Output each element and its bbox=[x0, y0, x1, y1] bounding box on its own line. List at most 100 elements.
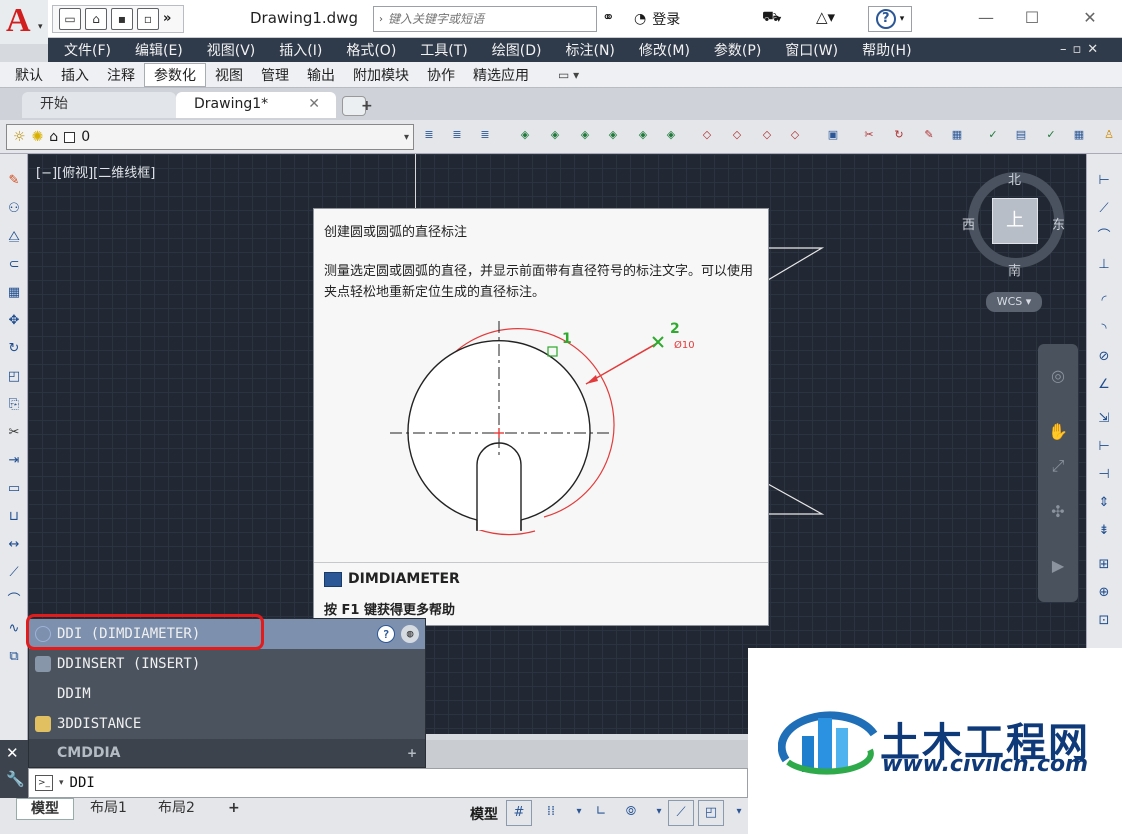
viewcube-north[interactable]: 北 bbox=[1008, 169, 1021, 188]
continue-dimension-icon[interactable]: ⊣ bbox=[1095, 466, 1113, 484]
command-line[interactable]: >_ ▾ bbox=[28, 768, 748, 798]
tool-palettes-icon[interactable]: ✓ bbox=[1040, 124, 1062, 146]
jogged-dimension-icon[interactable]: ◝ bbox=[1095, 320, 1113, 338]
menu-file[interactable]: 文件(F) bbox=[48, 40, 123, 60]
menu-tools[interactable]: 工具(T) bbox=[408, 40, 479, 60]
properties-icon[interactable]: ✓ bbox=[982, 124, 1004, 146]
viewcube-south[interactable]: 南 bbox=[1008, 260, 1021, 279]
isometric-drafting-icon[interactable]: ⟋ bbox=[668, 800, 694, 826]
join-icon[interactable]: ↔ bbox=[5, 536, 23, 554]
search-input[interactable] bbox=[388, 12, 588, 26]
pan-hand-icon[interactable]: ✋ bbox=[1046, 420, 1070, 444]
offset-icon[interactable]: ⊂ bbox=[5, 256, 23, 274]
menu-window[interactable]: 窗口(W) bbox=[773, 40, 850, 60]
layer-merge-icon[interactable]: ◈ bbox=[660, 124, 682, 146]
arc-length-icon[interactable]: ⌒ bbox=[1095, 228, 1113, 246]
new-file-icon[interactable]: ▭ bbox=[59, 8, 81, 30]
viewcube-top-face[interactable]: 上 bbox=[992, 198, 1038, 244]
menu-dimension[interactable]: 标注(N) bbox=[554, 40, 627, 60]
array-icon[interactable]: ▦ bbox=[946, 124, 968, 146]
layer-unisolate-icon[interactable]: ◈ bbox=[544, 124, 566, 146]
menu-modify[interactable]: 修改(M) bbox=[627, 40, 702, 60]
ortho-mode-icon[interactable]: ∟ bbox=[588, 800, 614, 826]
model-space-label[interactable]: 模型 bbox=[470, 804, 498, 824]
aligned-dimension-icon[interactable]: ⟋ bbox=[1095, 200, 1113, 218]
tab-default[interactable]: 默认 bbox=[6, 64, 52, 86]
scale-icon[interactable]: ◰ bbox=[5, 368, 23, 386]
quick-dimension-icon[interactable]: ⇲ bbox=[1095, 410, 1113, 428]
snap-mode-icon[interactable]: ⁞⁞ bbox=[538, 800, 564, 826]
design-center-icon[interactable]: ▤ bbox=[1010, 124, 1032, 146]
copy-icon[interactable]: ⚇ bbox=[5, 200, 23, 218]
drawing-window-controls[interactable]: –▫✕ bbox=[1060, 42, 1104, 57]
stretch-icon[interactable]: ⎘ bbox=[5, 396, 23, 414]
new-tab-button[interactable]: + bbox=[342, 96, 373, 116]
help-icon[interactable]: ? bbox=[377, 625, 395, 643]
autocomplete-item-ddim[interactable]: DDIM bbox=[29, 679, 425, 709]
add-layout-button[interactable]: + bbox=[214, 798, 254, 820]
login-button[interactable]: ◔ 登录 ▾ bbox=[634, 9, 781, 29]
autocomplete-item-3ddistance[interactable]: 3DDISTANCE bbox=[29, 709, 425, 739]
inspection-icon[interactable]: ⊡ bbox=[1095, 612, 1113, 630]
tab-featured-apps[interactable]: 精选应用 bbox=[464, 64, 538, 86]
tab-start[interactable]: 开始 bbox=[22, 92, 176, 118]
edit-pline-icon[interactable]: ✎ bbox=[918, 124, 940, 146]
baseline-dimension-icon[interactable]: ⊢ bbox=[1095, 438, 1113, 456]
tab-collaborate[interactable]: 协作 bbox=[418, 64, 464, 86]
center-mark-icon[interactable]: ⊕ bbox=[1095, 584, 1113, 602]
tab-addins[interactable]: 附加模块 bbox=[344, 64, 418, 86]
zoom-window-icon[interactable]: ▣ bbox=[822, 124, 844, 146]
trim-icon[interactable]: ✂ bbox=[858, 124, 880, 146]
application-menu-button[interactable]: A ▾ bbox=[0, 0, 48, 44]
globe-search-icon[interactable]: ◍ bbox=[401, 625, 419, 643]
layer-match-icon[interactable]: ≣ bbox=[418, 124, 440, 146]
move-icon[interactable]: ✥ bbox=[5, 312, 23, 330]
menu-draw[interactable]: 绘图(D) bbox=[480, 40, 554, 60]
zoom-extents-icon[interactable]: ⤢ bbox=[1046, 454, 1070, 478]
maximize-button[interactable]: ☐ bbox=[1012, 4, 1052, 32]
layer-freeze-icon[interactable]: ◈ bbox=[574, 124, 596, 146]
layer-dropdown[interactable]: ☼ ✺ ⌂ 0 ▾ bbox=[6, 124, 414, 150]
menu-parametric[interactable]: 参数(P) bbox=[702, 40, 773, 60]
autodesk-exchange-icon[interactable]: △▾ bbox=[816, 8, 835, 26]
layer-unlock-icon[interactable]: ◇ bbox=[726, 124, 748, 146]
showmotion-icon[interactable]: ▶ bbox=[1046, 554, 1070, 578]
customize-wrench-icon[interactable]: 🔧 bbox=[6, 770, 25, 788]
array-icon[interactable]: ▦ bbox=[5, 284, 23, 302]
tab-view[interactable]: 视图 bbox=[206, 64, 252, 86]
close-button[interactable]: ✕ bbox=[1070, 4, 1110, 32]
radius-dimension-icon[interactable]: ◜ bbox=[1095, 292, 1113, 310]
markup-icon[interactable]: ♙ bbox=[1098, 124, 1120, 146]
autocomplete-group-cmddia[interactable]: CMDDIA + bbox=[29, 739, 425, 767]
break-icon[interactable]: ▭ bbox=[5, 480, 23, 498]
polar-tracking-icon[interactable]: ⦾ bbox=[618, 800, 644, 826]
autocomplete-item-ddinsert[interactable]: DDINSERT (INSERT) bbox=[29, 649, 425, 679]
tolerance-icon[interactable]: ⊞ bbox=[1095, 556, 1113, 574]
tab-insert[interactable]: 插入 bbox=[52, 64, 98, 86]
erase-icon[interactable]: ✎ bbox=[5, 172, 23, 190]
dimension-space-icon[interactable]: ⇕ bbox=[1095, 494, 1113, 512]
rotate-icon[interactable]: ↻ bbox=[5, 340, 23, 358]
mirror-icon[interactable]: ⧋ bbox=[5, 228, 23, 246]
minimize-button[interactable]: — bbox=[966, 4, 1006, 32]
explode-icon[interactable]: ⧉ bbox=[5, 648, 23, 666]
extend-icon[interactable]: ⇥ bbox=[5, 452, 23, 470]
wcs-menu-button[interactable]: WCS ▾ bbox=[986, 292, 1042, 312]
fillet-icon[interactable]: ↻ bbox=[888, 124, 910, 146]
tab-parametric[interactable]: 参数化 bbox=[144, 62, 206, 87]
menu-view[interactable]: 视图(V) bbox=[195, 40, 268, 60]
search-box[interactable]: › bbox=[373, 6, 597, 32]
menu-insert[interactable]: 插入(I) bbox=[267, 40, 334, 60]
open-folder-icon[interactable]: ⌂ bbox=[85, 8, 107, 30]
angular-dimension-icon[interactable]: ∠ bbox=[1095, 376, 1113, 394]
chamfer-icon[interactable]: ⟋ bbox=[5, 564, 23, 582]
layer-walk-icon[interactable]: ◈ bbox=[632, 124, 654, 146]
menu-format[interactable]: 格式(O) bbox=[334, 40, 408, 60]
object-snap-tracking-icon[interactable]: ◰ bbox=[698, 800, 724, 826]
binoculars-icon[interactable]: ⚭ bbox=[602, 8, 615, 26]
layer-off-icon[interactable]: ◈ bbox=[602, 124, 624, 146]
viewcube-east[interactable]: 东 bbox=[1052, 214, 1065, 233]
steering-wheel-icon[interactable]: ◎ bbox=[1046, 364, 1070, 388]
ordinate-dimension-icon[interactable]: ⊥ bbox=[1095, 256, 1113, 274]
save-icon[interactable]: ▪ bbox=[111, 8, 133, 30]
